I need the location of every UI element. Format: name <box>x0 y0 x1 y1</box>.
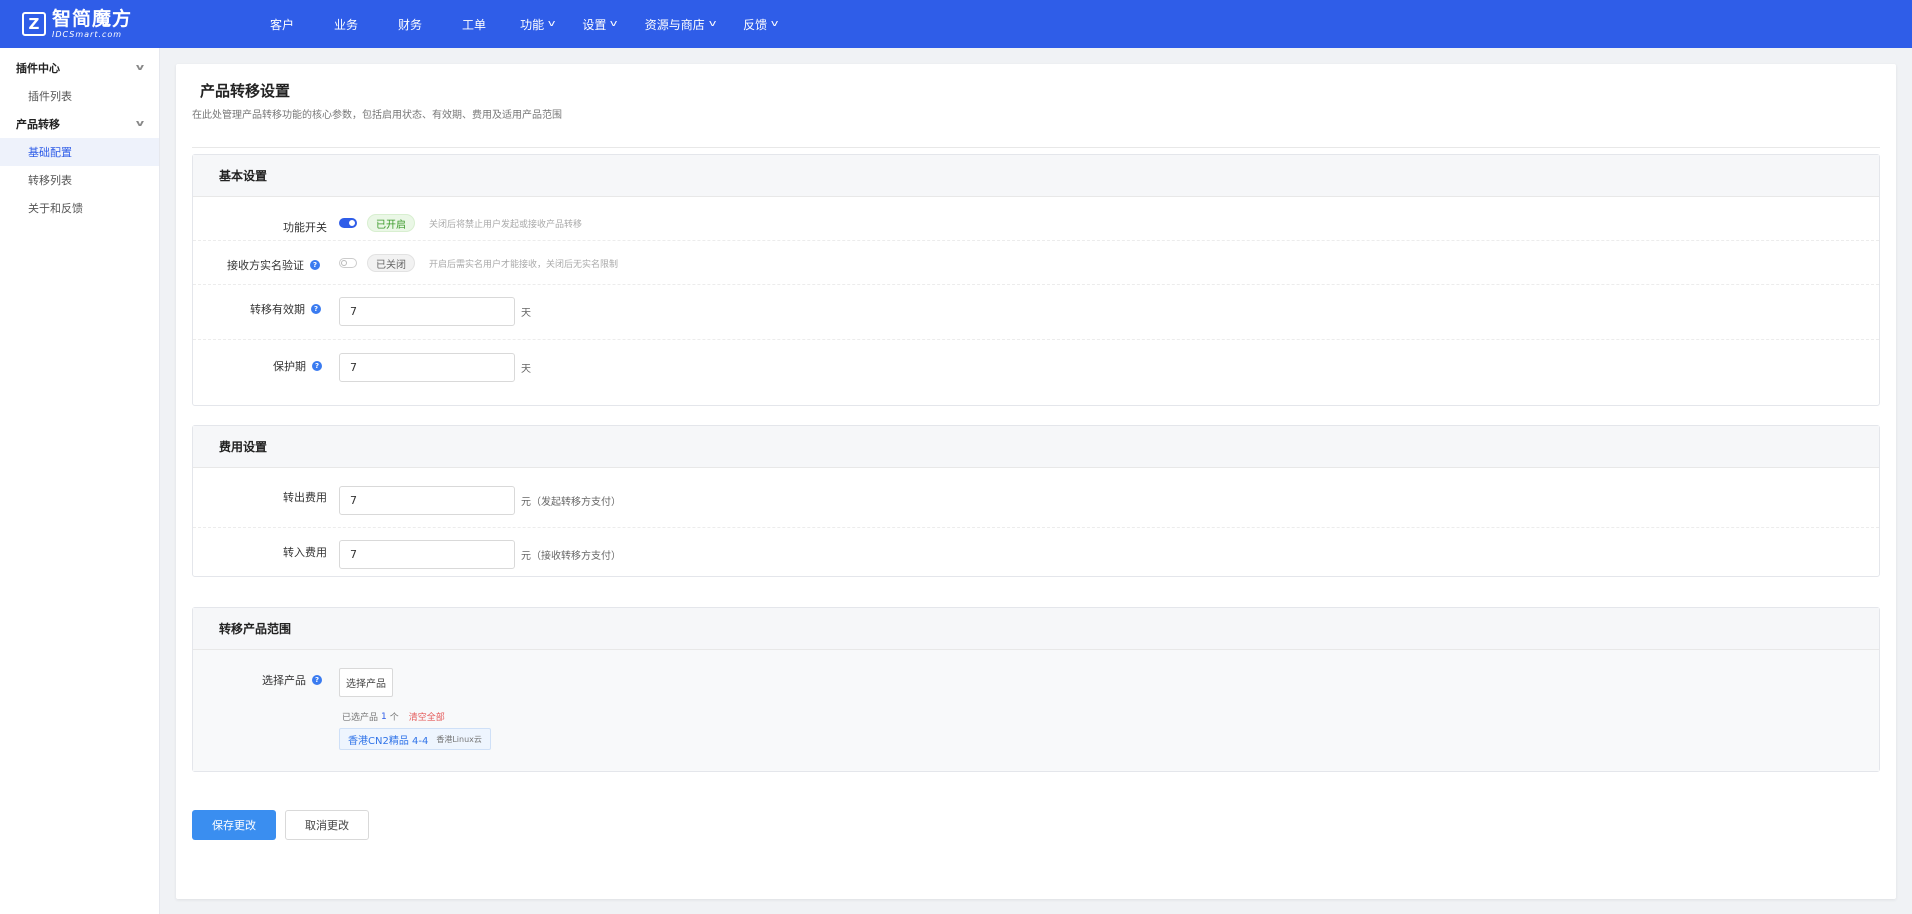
row-transfer-in-fee: 转入费用 元（接收转移方支付） <box>193 528 1879 576</box>
section-title: 费用设置 <box>193 426 1879 468</box>
page-title: 产品转移设置 <box>200 82 291 100</box>
field-label: 转出费用 <box>283 491 327 504</box>
product-scope-section: 转移产品范围 选择产品 ? 选择产品 已选产品 1 个 清空全部 香港CN2精品… <box>192 607 1880 772</box>
realname-verify-toggle[interactable] <box>339 258 357 268</box>
sidebar-group-product-transfer[interactable]: 产品转移 v <box>0 110 159 138</box>
top-nav-bar: Z 智简魔方 IDCSmart.com 客户 业务 财务 工单 功能 v 设置 v … <box>0 0 1912 48</box>
nav-item-settings[interactable]: 设置 v <box>568 0 630 48</box>
field-label: 选择产品 <box>262 674 306 687</box>
field-label: 保护期 <box>273 360 306 373</box>
save-button[interactable]: 保存更改 <box>192 810 276 840</box>
logo-icon: Z <box>22 12 46 36</box>
sidebar-group-plugin-center[interactable]: 插件中心 v <box>0 54 159 82</box>
field-label: 转移有效期 <box>250 303 305 316</box>
row-transfer-validity: 转移有效期 ? 天 <box>193 285 1879 340</box>
unit-label: 元（发起转移方支付） <box>521 497 621 508</box>
page-description: 在此处管理产品转移功能的核心参数，包括启用状态、有效期、费用及适用产品范围 <box>192 110 562 121</box>
help-icon[interactable]: ? <box>312 361 322 371</box>
logo-cn: 智简魔方 <box>52 7 133 30</box>
nav-item-finance[interactable]: 财务 <box>378 0 442 48</box>
selected-count: 1 <box>381 711 387 722</box>
sidebar: 插件中心 v 插件列表 产品转移 v 基础配置 转移列表 关于和反馈 <box>0 48 160 914</box>
row-select-product: 选择产品 ? 选择产品 已选产品 1 个 清空全部 香港CN2精品 4-4 香港… <box>193 650 1879 771</box>
field-label: 接收方实名验证 <box>227 259 304 272</box>
clear-all-link[interactable]: 清空全部 <box>409 710 445 723</box>
nav-item-customers[interactable]: 客户 <box>250 0 314 48</box>
nav-item-business[interactable]: 业务 <box>314 0 378 48</box>
row-realname-verify: 接收方实名验证 ? 已关闭 开启后需实名用户才能接收，关闭后无实名限制 <box>193 241 1879 285</box>
main-nav: 客户 业务 财务 工单 功能 v 设置 v 资源与商店 v 反馈 v <box>250 0 791 48</box>
help-icon[interactable]: ? <box>312 675 322 685</box>
main-card: 产品转移设置 在此处管理产品转移功能的核心参数，包括启用状态、有效期、费用及适用… <box>176 64 1896 899</box>
nav-item-feedback[interactable]: 反馈 v <box>729 0 791 48</box>
fee-settings-section: 费用设置 转出费用 元（发起转移方支付） 转入费用 元（接收转移方支付） <box>192 425 1880 577</box>
chevron-down-icon: v <box>135 63 145 73</box>
selected-info: 已选产品 1 个 清空全部 <box>342 710 445 724</box>
feature-switch-toggle[interactable] <box>339 218 357 228</box>
section-title: 基本设置 <box>193 155 1879 197</box>
unit-label: 元（接收转移方支付） <box>521 551 621 562</box>
row-transfer-out-fee: 转出费用 元（发起转移方支付） <box>193 468 1879 528</box>
sidebar-item-transfer-list[interactable]: 转移列表 <box>0 166 159 194</box>
status-badge: 已开启 <box>367 214 415 232</box>
row-protection-period: 保护期 ? 天 <box>193 340 1879 403</box>
logo-en: IDCSmart.com <box>52 29 123 39</box>
select-product-button[interactable]: 选择产品 <box>339 668 393 697</box>
basic-settings-section: 基本设置 功能开关 已开启 关闭后将禁止用户发起或接收产品转移 接收方实名验证 … <box>192 154 1880 406</box>
sidebar-item-basic-config[interactable]: 基础配置 <box>0 138 159 166</box>
nav-item-features[interactable]: 功能 v <box>506 0 568 48</box>
sidebar-item-plugin-list[interactable]: 插件列表 <box>0 82 159 110</box>
field-label: 功能开关 <box>283 221 327 234</box>
field-label: 转入费用 <box>283 546 327 559</box>
transfer-validity-input[interactable] <box>339 297 515 326</box>
protection-period-input[interactable] <box>339 353 515 382</box>
logo[interactable]: Z 智简魔方 IDCSmart.com <box>22 9 142 39</box>
help-icon[interactable]: ? <box>311 304 321 314</box>
nav-item-tickets[interactable]: 工单 <box>442 0 506 48</box>
unit-label: 天 <box>521 308 531 319</box>
chevron-down-icon: v <box>135 119 145 129</box>
hint-text: 关闭后将禁止用户发起或接收产品转移 <box>429 219 583 230</box>
chevron-down-icon: v <box>708 19 717 29</box>
chevron-down-icon: v <box>548 19 556 29</box>
cancel-button[interactable]: 取消更改 <box>285 810 369 840</box>
nav-item-store[interactable]: 资源与商店 v <box>631 0 729 48</box>
chevron-down-icon: v <box>610 19 618 29</box>
transfer-in-fee-input[interactable] <box>339 540 515 569</box>
product-tag-group: 香港Linux云 <box>436 734 482 744</box>
unit-label: 天 <box>521 364 531 375</box>
row-feature-switch: 功能开关 已开启 关闭后将禁止用户发起或接收产品转移 <box>193 197 1879 241</box>
help-icon[interactable]: ? <box>310 260 320 270</box>
product-tag-name: 香港CN2精品 4-4 <box>348 735 429 747</box>
hint-text: 开启后需实名用户才能接收，关闭后无实名限制 <box>429 259 619 270</box>
transfer-out-fee-input[interactable] <box>339 486 515 515</box>
status-badge: 已关闭 <box>367 254 415 272</box>
chevron-down-icon: v <box>771 19 779 29</box>
sidebar-item-about-feedback[interactable]: 关于和反馈 <box>0 194 159 222</box>
section-title: 转移产品范围 <box>193 608 1879 650</box>
page-header: 产品转移设置 在此处管理产品转移功能的核心参数，包括启用状态、有效期、费用及适用… <box>192 80 1880 148</box>
product-tag[interactable]: 香港CN2精品 4-4 香港Linux云 <box>339 728 491 750</box>
